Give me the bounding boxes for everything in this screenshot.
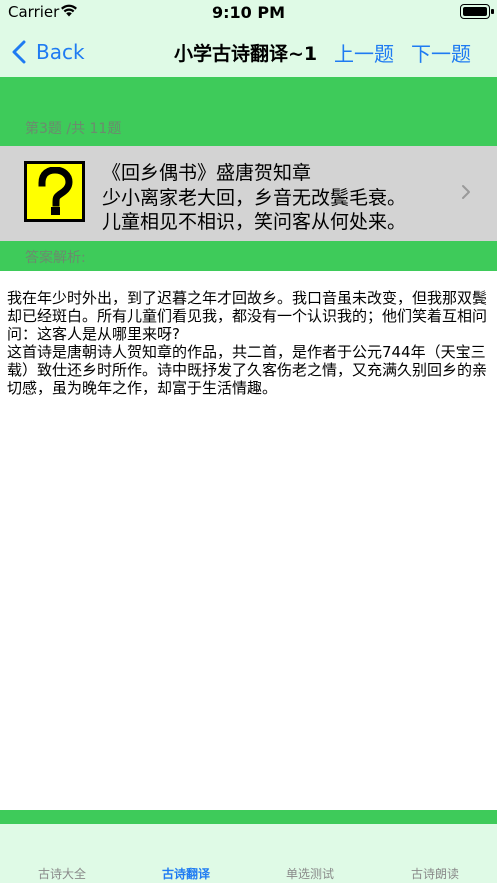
answer-header-band: 答案解析:: [0, 241, 497, 271]
poem-line-1: 少小离家老大回，乡音无改鬓毛衰。: [102, 187, 407, 209]
top-bar: Carrier 9:10 PM Back 小学古诗翻译~1 上一题 下一题: [0, 0, 497, 77]
navigation-bar: Back 小学古诗翻译~1 上一题 下一题: [0, 26, 497, 77]
back-label: Back: [36, 40, 85, 64]
poem-card[interactable]: 《回乡偶书》盛唐贺知章 少小离家老大回，乡音无改鬓毛衰。 儿童相见不相识，笑问客…: [0, 146, 497, 241]
tab-poem-recitation[interactable]: 古诗朗读: [373, 865, 497, 882]
battery-icon: [460, 4, 494, 19]
tab-single-choice-quiz[interactable]: 单选测试: [248, 865, 372, 882]
question-mark-icon: [24, 161, 85, 222]
page-title: 小学古诗翻译~1: [174, 43, 318, 65]
poem-title: 《回乡偶书》盛唐贺知章: [102, 162, 312, 184]
screen: Carrier 9:10 PM Back 小学古诗翻译~1 上一题 下一题 第3…: [0, 0, 497, 883]
tab-bar: 古诗大全 古诗翻译 单选测试 古诗朗读: [0, 824, 497, 883]
chevron-left-icon: [12, 40, 26, 64]
answer-explanation: 我在年少时外出，到了迟暮之年才回故乡。我口音虽未改变，但我那双鬓却已经斑白。所有…: [7, 289, 488, 397]
bottom-divider: [0, 810, 497, 824]
back-button[interactable]: Back: [12, 38, 85, 66]
question-mark-glyph: [37, 166, 73, 215]
question-counter: 第3题 /共 11题: [25, 121, 122, 137]
tab-poem-translation[interactable]: 古诗翻译: [124, 865, 248, 882]
tab-poem-collection[interactable]: 古诗大全: [0, 865, 124, 882]
answer-label: 答案解析:: [25, 250, 86, 266]
status-bar: Carrier 9:10 PM: [0, 0, 497, 26]
chevron-right-icon: [462, 185, 470, 199]
poem-line-2: 儿童相见不相识，笑问客从何处来。: [102, 211, 407, 233]
clock: 9:10 PM: [211, 3, 285, 22]
next-question-button[interactable]: 下一题: [411, 38, 471, 67]
previous-question-button[interactable]: 上一题: [334, 38, 394, 67]
